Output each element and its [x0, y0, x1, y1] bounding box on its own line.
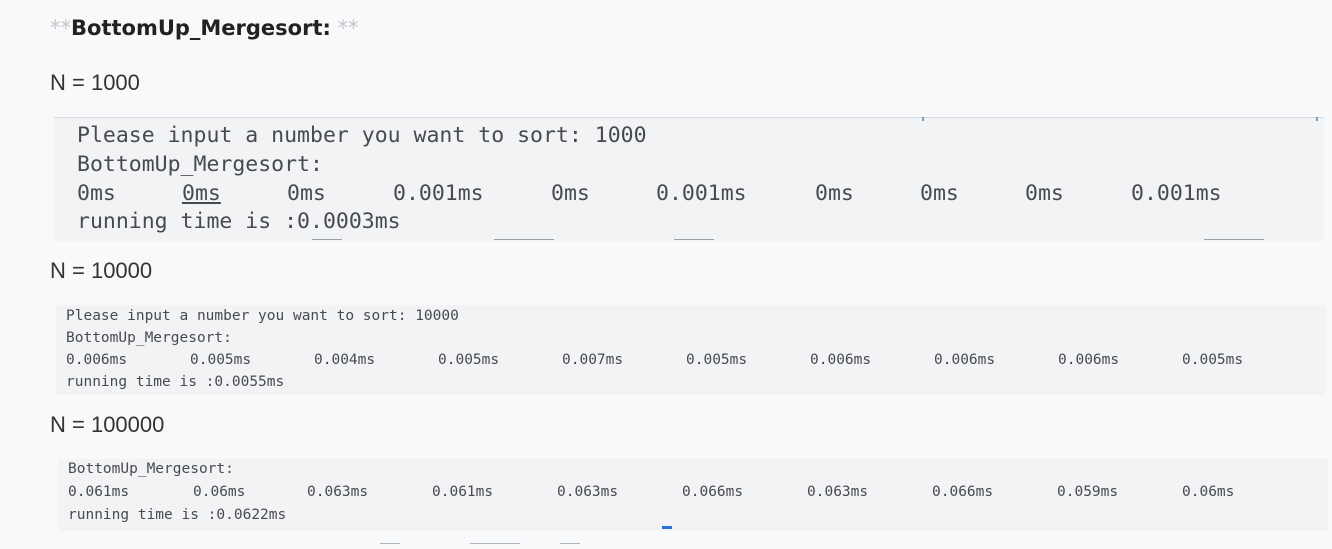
times-row: 0.006ms 0.005ms 0.004ms 0.005ms 0.007ms …: [66, 352, 1316, 370]
output-screenshot-100000: BottomUp_Mergesort: 0.061ms 0.06ms 0.063…: [58, 459, 1328, 531]
time-value: 0.061ms: [68, 484, 130, 500]
cut-off-mark: [674, 239, 714, 240]
prompt-line: Please input a number you want to sort: …: [66, 308, 459, 324]
time-value: 0.061ms: [432, 484, 494, 500]
time-value: 0ms: [920, 181, 959, 206]
n-label-100000: N = 100000: [50, 412, 165, 437]
heading-title: BottomUp_Mergesort:: [71, 16, 331, 40]
screenshot-edge: [54, 117, 1324, 118]
markdown-bold-close: **: [330, 16, 359, 40]
cut-off-mark: [1204, 239, 1264, 240]
time-value: 0ms: [182, 181, 221, 206]
prompt-line: Please input a number you want to sort: …: [77, 123, 647, 148]
time-value: 0.066ms: [682, 484, 744, 500]
time-value: 0ms: [815, 181, 854, 206]
time-value: 0ms: [287, 181, 326, 206]
time-value: 0.001ms: [656, 181, 747, 206]
time-value: 0.004ms: [314, 352, 376, 368]
algorithm-line: BottomUp_Mergesort:: [68, 461, 234, 477]
times-row: 0ms 0ms 0ms 0.001ms 0ms 0.001ms 0ms 0ms …: [77, 181, 1317, 207]
n-label-1000: N = 1000: [50, 70, 140, 95]
time-value: 0.005ms: [1182, 352, 1244, 368]
time-value: 0.006ms: [810, 352, 872, 368]
time-value: 0.063ms: [807, 484, 869, 500]
time-value: 0ms: [77, 181, 116, 206]
time-value: 0.001ms: [1131, 181, 1222, 206]
time-value: 0ms: [1025, 181, 1064, 206]
time-value: 0.006ms: [1058, 352, 1120, 368]
cut-off-mark: [380, 543, 400, 544]
time-value: 0.006ms: [66, 352, 128, 368]
time-value: 0.001ms: [393, 181, 484, 206]
algorithm-line: BottomUp_Mergesort:: [66, 330, 232, 346]
output-screenshot-10000: Please input a number you want to sort: …: [56, 305, 1326, 395]
time-value: 0ms: [551, 181, 590, 206]
text-cursor: [662, 526, 672, 529]
time-value: 0.005ms: [190, 352, 252, 368]
time-value: 0.059ms: [1057, 484, 1119, 500]
time-value: 0.063ms: [557, 484, 619, 500]
running-time-line: running time is :0.0055ms: [66, 374, 285, 390]
cut-off-mark: [922, 117, 924, 121]
time-value: 0.06ms: [193, 484, 246, 500]
time-value: 0.007ms: [562, 352, 624, 368]
output-screenshot-1000: Please input a number you want to sort: …: [54, 117, 1324, 241]
running-time-line: running time is :0.0622ms: [68, 507, 287, 523]
running-time-line: running time is :0.0003ms: [77, 209, 401, 234]
time-value: 0.005ms: [438, 352, 500, 368]
times-row: 0.061ms 0.06ms 0.063ms 0.061ms 0.063ms 0…: [68, 484, 1318, 502]
n-label-10000: N = 10000: [50, 258, 153, 283]
cut-off-mark: [494, 239, 554, 240]
time-value: 0.063ms: [307, 484, 369, 500]
cut-off-mark: [470, 543, 520, 544]
cut-off-mark: [560, 543, 580, 544]
cut-off-mark: [1316, 117, 1318, 121]
time-value: 0.066ms: [932, 484, 994, 500]
algorithm-line: BottomUp_Mergesort:: [77, 152, 323, 177]
time-value: 0.005ms: [686, 352, 748, 368]
markdown-bold-open: **: [50, 16, 71, 40]
heading: **BottomUp_Mergesort: **: [50, 16, 359, 40]
time-value: 0.006ms: [934, 352, 996, 368]
cut-off-mark: [312, 239, 342, 240]
time-value: 0.06ms: [1182, 484, 1235, 500]
